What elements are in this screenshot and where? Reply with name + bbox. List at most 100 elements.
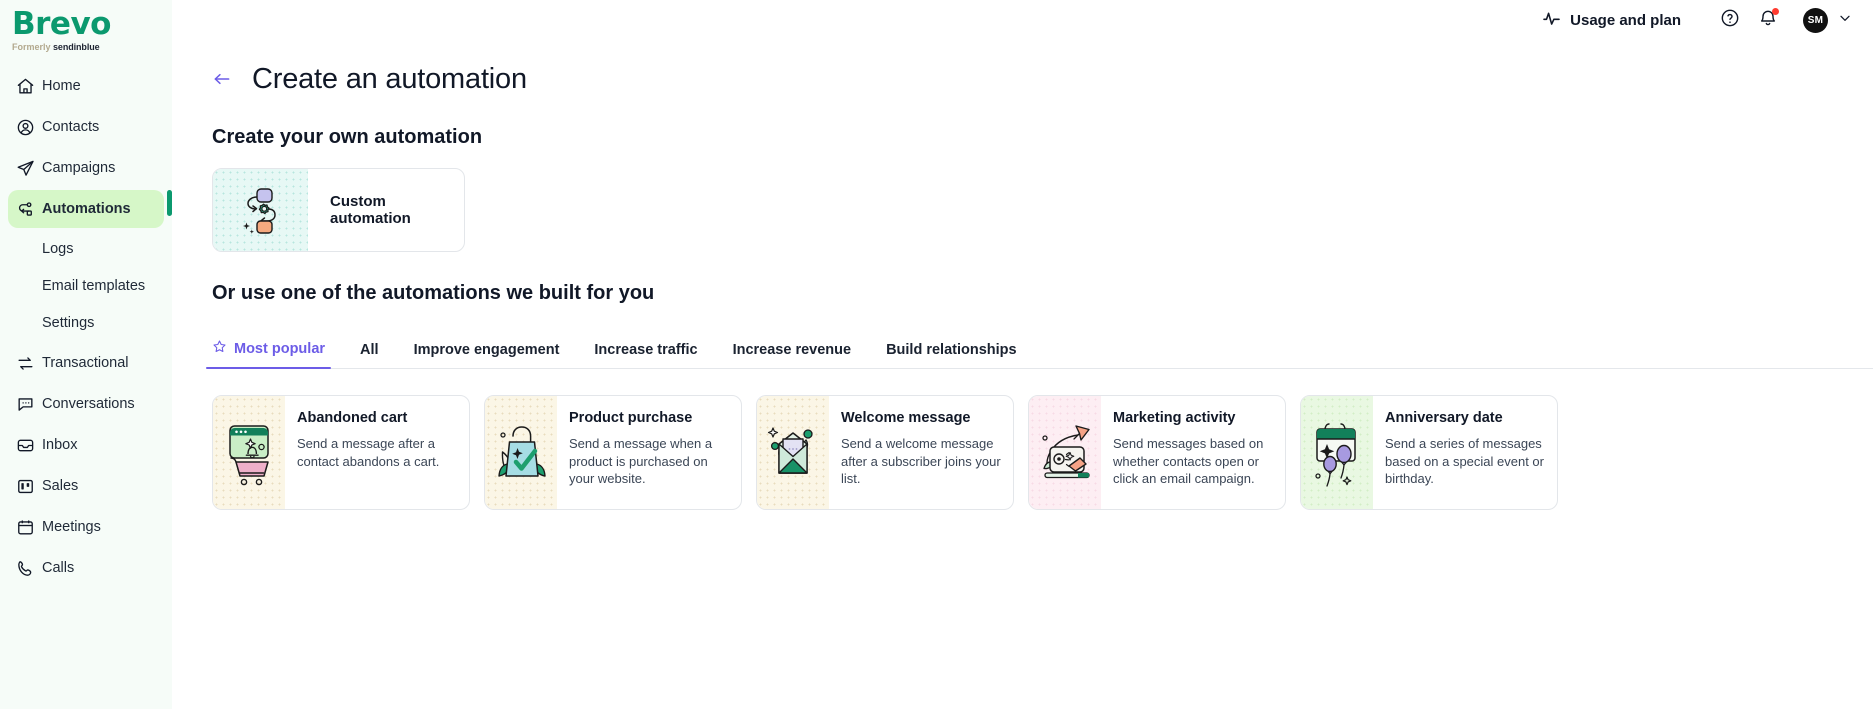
abandoned-cart-icon [213,396,285,509]
inbox-icon [16,436,42,455]
template-title: Product purchase [569,410,693,426]
sidebar-item-meetings[interactable]: Meetings [8,508,164,546]
sidebar: Brevo Formerly sendinblue Home Contacts [0,0,172,709]
notifications-button[interactable] [1753,5,1783,35]
sidebar-item-label: Conversations [42,396,135,412]
sidebar-item-campaigns[interactable]: Campaigns [8,149,164,187]
star-icon [212,339,227,358]
sidebar-item-label: Campaigns [42,160,116,176]
sidebar-item-label: Automations [42,201,131,217]
template-category-tabs: Most popular All Improve engagement Incr… [205,333,1873,369]
sidebar-item-label: Inbox [42,437,78,453]
template-description: Send a message when a product is purchas… [569,436,713,486]
chevron-down-icon [1837,10,1853,31]
page-header: Create an automation [212,63,1873,96]
brand-formerly-label: Formerly [12,42,51,52]
calls-icon [16,559,42,578]
sidebar-item-label: Email templates [42,278,146,294]
tab-increase-revenue[interactable]: Increase revenue [733,342,852,368]
page-content: Create an automation Create your own aut… [172,63,1873,510]
workflow-nodes-icon [213,169,308,251]
marketing-activity-icon [1029,396,1101,509]
template-title: Marketing activity [1113,410,1236,426]
template-description: Send messages based on whether contacts … [1113,436,1264,486]
sidebar-item-logs[interactable]: Logs [8,231,164,267]
template-title: Welcome message [841,410,971,426]
automations-icon [16,200,42,219]
template-description: Send a message after a contact abandons … [297,436,440,469]
help-button[interactable] [1715,5,1745,35]
sidebar-item-settings[interactable]: Settings [8,305,164,341]
page-title: Create an automation [252,63,527,95]
tab-label: Improve engagement [413,342,560,358]
sidebar-item-label: Transactional [42,355,129,371]
conversations-icon [16,395,42,414]
sidebar-item-contacts[interactable]: Contacts [8,108,164,146]
template-card-body: Anniversary date Send a series of messag… [1373,396,1557,509]
contacts-icon [16,118,42,137]
sidebar-item-label: Settings [42,315,95,331]
help-circle-icon [1720,8,1740,33]
anniversary-date-icon [1301,396,1373,509]
template-description: Send a series of messages based on a spe… [1385,436,1544,486]
tab-label: Increase traffic [594,342,698,358]
template-card-abandoned-cart[interactable]: Abandoned cart Send a message after a co… [212,395,470,510]
template-title: Abandoned cart [297,410,408,426]
brand-name: Brevo [12,6,111,42]
template-card-welcome-message[interactable]: Welcome message Send a welcome message a… [756,395,1014,510]
sidebar-item-home[interactable]: Home [8,67,164,105]
tab-label: Increase revenue [732,342,852,358]
transactional-icon [16,354,42,373]
section-title-own: Create your own automation [212,126,483,148]
sidebar-item-calls[interactable]: Calls [8,549,164,587]
template-card-body: Product purchase Send a message when a p… [557,396,741,509]
tab-build-relationships[interactable]: Build relationships [886,342,1017,368]
welcome-message-icon [757,396,829,509]
tab-most-popular[interactable]: Most popular [205,339,332,369]
tab-label: Most popular [234,340,326,357]
tab-increase-traffic[interactable]: Increase traffic [594,342,697,368]
custom-automation-card[interactable]: Custom automation [212,168,465,252]
section-title-builtin: Or use one of the automations we built f… [212,282,655,304]
brand-sendinblue-label: sendinblue [53,42,100,52]
app-root: Brevo Formerly sendinblue Home Contacts [0,0,1873,709]
template-card-anniversary-date[interactable]: Anniversary date Send a series of messag… [1300,395,1558,510]
sidebar-item-automations[interactable]: Automations [8,190,164,228]
tab-all[interactable]: All [360,342,379,368]
sidebar-item-inbox[interactable]: Inbox [8,426,164,464]
sidebar-item-email-templates[interactable]: Email templates [8,268,164,304]
usage-and-plan-button[interactable]: Usage and plan [1542,9,1681,32]
sidebar-item-transactional[interactable]: Transactional [8,344,164,382]
sidebar-item-label: Calls [42,560,75,576]
template-card-body: Marketing activity Send messages based o… [1101,396,1285,509]
sales-icon [16,477,42,496]
custom-automation-title: Custom automation [330,193,411,227]
top-bar: Usage and plan SM [172,0,1873,40]
home-icon [16,77,42,96]
template-card-body: Abandoned cart Send a message after a co… [285,396,469,509]
brand-former-name: Formerly sendinblue [12,41,172,53]
product-purchase-icon [485,396,557,509]
avatar-initials: SM [1807,14,1824,26]
sidebar-item-conversations[interactable]: Conversations [8,385,164,423]
sidebar-item-label: Home [42,78,81,94]
sidebar-item-sales[interactable]: Sales [8,467,164,505]
template-title: Anniversary date [1385,410,1503,426]
tab-improve-engagement[interactable]: Improve engagement [414,342,560,368]
tab-label: Build relationships [886,342,1017,358]
sidebar-item-label: Logs [42,241,74,257]
back-button[interactable] [212,71,232,91]
sidebar-item-label: Contacts [42,119,100,135]
brand-logo[interactable]: Brevo Formerly sendinblue [0,0,172,53]
account-menu-button[interactable] [1837,10,1853,31]
main-content: Usage and plan SM Create an automation C… [172,0,1873,709]
notification-badge [1772,8,1779,15]
meetings-icon [16,518,42,537]
template-card-product-purchase[interactable]: Product purchase Send a message when a p… [484,395,742,510]
sidebar-nav: Home Contacts Campaigns Automations Logs… [0,67,172,587]
template-card-body: Welcome message Send a welcome message a… [829,396,1013,509]
template-card-marketing-activity[interactable]: Marketing activity Send messages based o… [1028,395,1286,510]
template-card-list: Abandoned cart Send a message after a co… [212,395,1873,510]
avatar[interactable]: SM [1803,7,1828,33]
template-description: Send a welcome message after a subscribe… [841,436,1001,486]
